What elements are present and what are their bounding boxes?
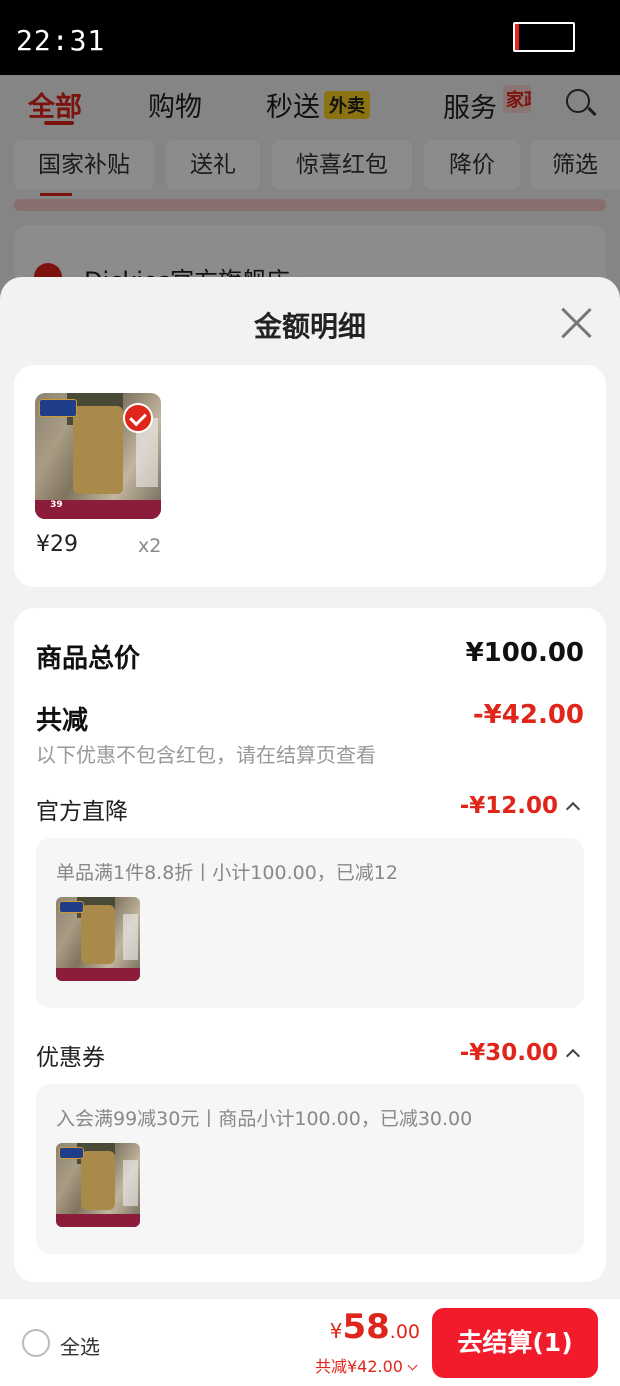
official-discount-thumbnail <box>56 897 140 981</box>
checkout-bar: 全选 ¥58.00 共减¥42.00 去结算(1) <box>0 1298 620 1386</box>
total-decimal: .00 <box>389 1321 420 1343</box>
amount-detail-sheet: 金额明细 39 ¥29 x2 商品总价 ¥100.00 共减 -¥42.00 以… <box>0 277 620 1386</box>
official-discount-detail-text: 单品满1件8.8折丨小计100.00，已减12 <box>56 862 398 884</box>
coupon-label[interactable]: 优惠券 <box>36 1038 105 1072</box>
product-quantity: x2 <box>138 535 162 557</box>
status-bar: 22:31 <box>0 0 620 75</box>
saved-amount[interactable]: 共减¥42.00 <box>315 1353 418 1377</box>
summary-card: 商品总价 ¥100.00 共减 -¥42.00 以下优惠不包含红包，请在结算页查… <box>14 608 606 1282</box>
selected-check-icon <box>123 403 153 433</box>
close-icon[interactable] <box>560 307 592 339</box>
official-discount-label[interactable]: 官方直降 <box>36 792 128 826</box>
saved-amount-text: 共减¥42.00 <box>315 1357 403 1376</box>
total-price: ¥58.00 <box>330 1307 420 1347</box>
coupon-detail: 入会满99减30元丨商品小计100.00，已减30.00 <box>36 1084 584 1254</box>
status-time: 22:31 <box>16 24 106 57</box>
coupon-detail-text: 入会满99减30元丨商品小计100.00，已减30.00 <box>56 1108 473 1130</box>
sheet-title: 金额明细 <box>253 310 366 343</box>
chevron-up-icon[interactable] <box>565 1048 581 1064</box>
chevron-down-icon <box>407 1360 418 1371</box>
battery-icon <box>513 22 575 52</box>
select-all-label[interactable]: 全选 <box>60 1331 100 1360</box>
total-label: 商品总价 <box>36 644 141 674</box>
total-integer: 58 <box>342 1307 390 1347</box>
coupon-thumbnail <box>56 1143 140 1227</box>
total-value: ¥100.00 <box>465 638 584 668</box>
select-all-radio[interactable] <box>22 1329 50 1357</box>
discount-note: 以下优惠不包含红包，请在结算页查看 <box>36 743 376 767</box>
checkout-button[interactable]: 去结算(1) <box>432 1308 598 1378</box>
official-discount-value[interactable]: -¥12.00 <box>460 793 558 819</box>
product-image[interactable]: 39 <box>35 393 161 519</box>
official-discount-detail: 单品满1件8.8折丨小计100.00，已减12 <box>36 838 584 1008</box>
currency-symbol: ¥ <box>329 1319 343 1343</box>
coupon-value[interactable]: -¥30.00 <box>460 1040 558 1066</box>
product-card: 39 ¥29 x2 <box>14 365 606 587</box>
reduce-value: -¥42.00 <box>472 700 584 730</box>
reduce-label: 共减 <box>36 706 89 736</box>
chevron-up-icon[interactable] <box>565 801 581 817</box>
product-price: ¥29 <box>36 532 78 557</box>
